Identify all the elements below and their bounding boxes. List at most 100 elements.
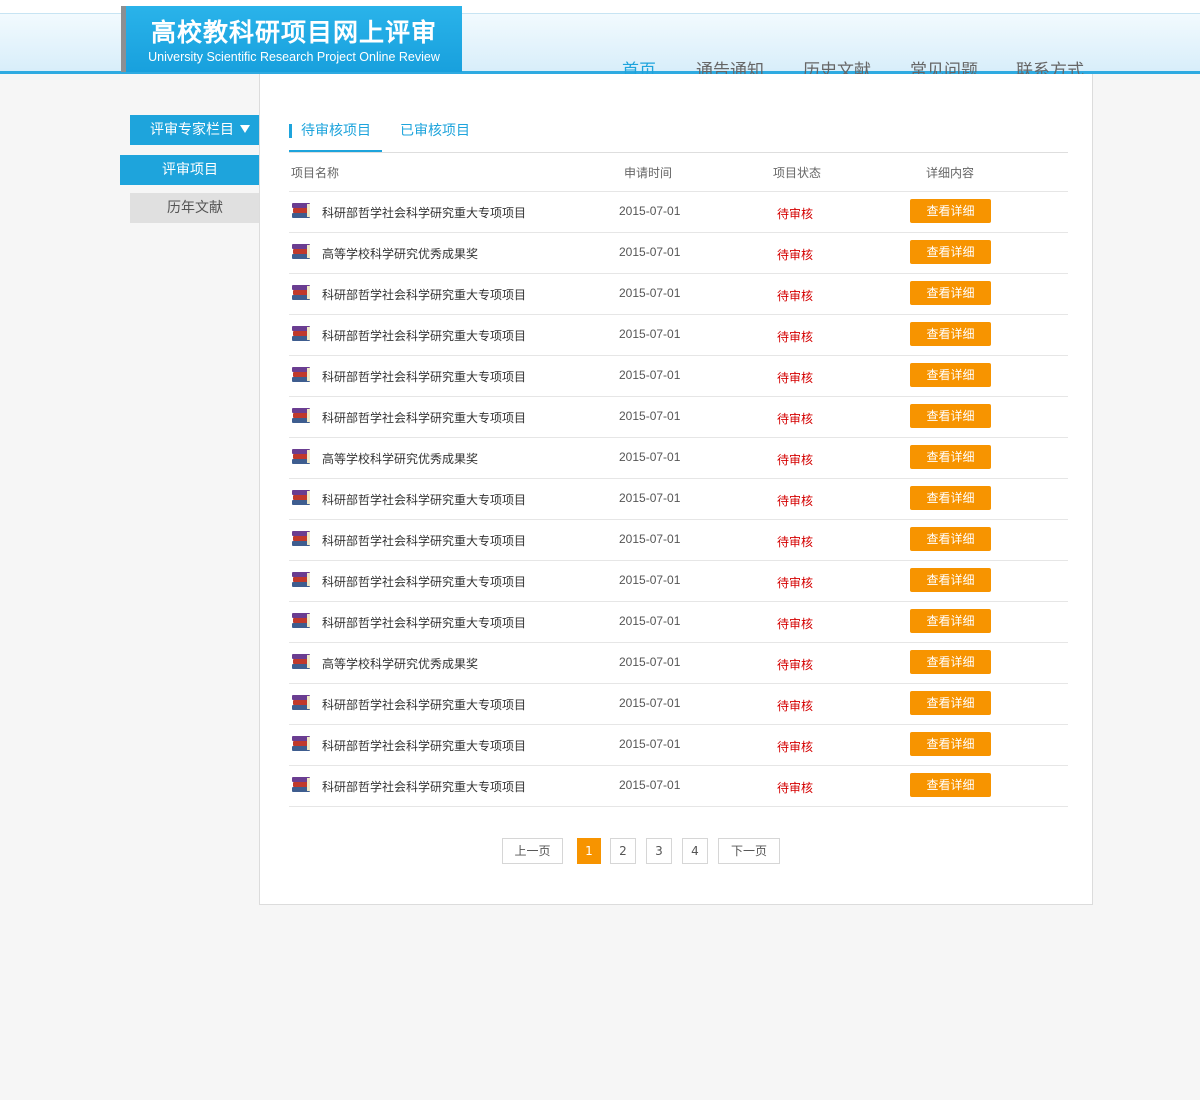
- project-name[interactable]: 科研部哲学社会科学研究重大专项项目: [322, 778, 526, 795]
- book-stack-icon: [292, 326, 310, 342]
- status-badge: 待审核: [777, 330, 814, 344]
- view-detail-button[interactable]: 查看详细: [910, 445, 991, 469]
- project-name[interactable]: 科研部哲学社会科学研究重大专项项目: [322, 286, 526, 303]
- table-row: 科研部哲学社会科学研究重大专项项目 2015-07-01 待审核 查看详细: [289, 766, 1068, 807]
- site-logo[interactable]: 高校教科研项目网上评审 University Scientific Resear…: [126, 6, 462, 72]
- status-badge: 待审核: [777, 781, 814, 795]
- table-row: 科研部哲学社会科学研究重大专项项目 2015-07-01 待审核 查看详细: [289, 397, 1068, 438]
- page-3-button[interactable]: 3: [646, 838, 672, 864]
- table-row: 科研部哲学社会科学研究重大专项项目 2015-07-01 待审核 查看详细: [289, 684, 1068, 725]
- view-detail-button[interactable]: 查看详细: [910, 363, 991, 387]
- project-name[interactable]: 高等学校科学研究优秀成果奖: [322, 655, 478, 672]
- book-stack-icon: [292, 531, 310, 547]
- view-detail-button[interactable]: 查看详细: [910, 281, 991, 305]
- project-name[interactable]: 高等学校科学研究优秀成果奖: [322, 450, 478, 467]
- project-name[interactable]: 科研部哲学社会科学研究重大专项项目: [322, 491, 526, 508]
- table-row: 科研部哲学社会科学研究重大专项项目 2015-07-01 待审核 查看详细: [289, 602, 1068, 643]
- next-page-button[interactable]: 下一页: [718, 838, 780, 864]
- status-badge: 待审核: [777, 617, 814, 631]
- apply-date: 2015-07-01: [619, 491, 681, 505]
- sidebar-heading[interactable]: 评审专家栏目: [130, 115, 270, 145]
- view-detail-button[interactable]: 查看详细: [910, 650, 991, 674]
- status-badge: 待审核: [777, 248, 814, 262]
- apply-date: 2015-07-01: [619, 778, 681, 792]
- view-detail-button[interactable]: 查看详细: [910, 568, 991, 592]
- page-4-button[interactable]: 4: [682, 838, 708, 864]
- apply-date: 2015-07-01: [619, 573, 681, 587]
- table-row: 科研部哲学社会科学研究重大专项项目 2015-07-01 待审核 查看详细: [289, 561, 1068, 602]
- column-header-name: 项目名称: [291, 166, 340, 180]
- site-title: 高校教科研项目网上评审: [150, 18, 437, 47]
- apply-date: 2015-07-01: [619, 409, 681, 423]
- status-badge: 待审核: [777, 699, 814, 713]
- project-name[interactable]: 科研部哲学社会科学研究重大专项项目: [322, 204, 526, 221]
- column-header-date: 申请时间: [624, 166, 673, 180]
- book-stack-icon: [292, 695, 310, 711]
- site-subtitle: University Scientific Research Project O…: [148, 50, 440, 64]
- book-stack-icon: [292, 613, 310, 629]
- apply-date: 2015-07-01: [619, 696, 681, 710]
- status-badge: 待审核: [777, 740, 814, 754]
- apply-date: 2015-07-01: [619, 368, 681, 382]
- project-name[interactable]: 科研部哲学社会科学研究重大专项项目: [322, 573, 526, 590]
- table-row: 科研部哲学社会科学研究重大专项项目 2015-07-01 待审核 查看详细: [289, 356, 1068, 397]
- sidebar-heading-label: 评审专家栏目: [150, 122, 234, 138]
- project-name[interactable]: 科研部哲学社会科学研究重大专项项目: [322, 327, 526, 344]
- view-detail-button[interactable]: 查看详细: [910, 486, 991, 510]
- tab-reviewed[interactable]: 已审核项目: [400, 116, 470, 152]
- view-detail-button[interactable]: 查看详细: [910, 691, 991, 715]
- pagination: 上一页 1 2 3 4 下一页: [260, 838, 1094, 864]
- view-detail-button[interactable]: 查看详细: [910, 609, 991, 633]
- project-name[interactable]: 科研部哲学社会科学研究重大专项项目: [322, 532, 526, 549]
- table-row: 科研部哲学社会科学研究重大专项项目 2015-07-01 待审核 查看详细: [289, 479, 1068, 520]
- status-badge: 待审核: [777, 207, 814, 221]
- column-header-status: 项目状态: [773, 166, 822, 180]
- page-2-button[interactable]: 2: [610, 838, 636, 864]
- status-badge: 待审核: [777, 371, 814, 385]
- status-badge: 待审核: [777, 576, 814, 590]
- status-badge: 待审核: [777, 412, 814, 426]
- apply-date: 2015-07-01: [619, 327, 681, 341]
- status-badge: 待审核: [777, 453, 814, 467]
- apply-date: 2015-07-01: [619, 737, 681, 751]
- project-name[interactable]: 科研部哲学社会科学研究重大专项项目: [322, 368, 526, 385]
- sidebar-item-review-projects[interactable]: 评审项目: [120, 155, 260, 185]
- project-name[interactable]: 高等学校科学研究优秀成果奖: [322, 245, 478, 262]
- view-detail-button[interactable]: 查看详细: [910, 322, 991, 346]
- view-detail-button[interactable]: 查看详细: [910, 773, 991, 797]
- apply-date: 2015-07-01: [619, 614, 681, 628]
- apply-date: 2015-07-01: [619, 204, 681, 218]
- main-panel: 待审核项目 已审核项目 项目名称 申请时间 项目状态 详细内容 科研部哲学社会科…: [259, 74, 1093, 905]
- view-detail-button[interactable]: 查看详细: [910, 527, 991, 551]
- page-1-button[interactable]: 1: [577, 838, 601, 864]
- project-name[interactable]: 科研部哲学社会科学研究重大专项项目: [322, 614, 526, 631]
- table-row: 科研部哲学社会科学研究重大专项项目 2015-07-01 待审核 查看详细: [289, 520, 1068, 561]
- status-badge: 待审核: [777, 289, 814, 303]
- project-name[interactable]: 科研部哲学社会科学研究重大专项项目: [322, 737, 526, 754]
- apply-date: 2015-07-01: [619, 450, 681, 464]
- project-table: 科研部哲学社会科学研究重大专项项目 2015-07-01 待审核 查看详细 高等学校科学…: [289, 192, 1068, 807]
- apply-date: 2015-07-01: [619, 532, 681, 546]
- view-detail-button[interactable]: 查看详细: [910, 404, 991, 428]
- view-detail-button[interactable]: 查看详细: [910, 732, 991, 756]
- book-stack-icon: [292, 244, 310, 260]
- view-detail-button[interactable]: 查看详细: [910, 240, 991, 264]
- tab-pending[interactable]: 待审核项目: [289, 116, 382, 152]
- table-row: 科研部哲学社会科学研究重大专项项目 2015-07-01 待审核 查看详细: [289, 725, 1068, 766]
- book-stack-icon: [292, 203, 310, 219]
- apply-date: 2015-07-01: [619, 655, 681, 669]
- project-name[interactable]: 科研部哲学社会科学研究重大专项项目: [322, 696, 526, 713]
- apply-date: 2015-07-01: [619, 245, 681, 259]
- project-name[interactable]: 科研部哲学社会科学研究重大专项项目: [322, 409, 526, 426]
- triangle-down-icon: [240, 125, 250, 133]
- status-badge: 待审核: [777, 494, 814, 508]
- apply-date: 2015-07-01: [619, 286, 681, 300]
- table-row: 科研部哲学社会科学研究重大专项项目 2015-07-01 待审核 查看详细: [289, 192, 1068, 233]
- sidebar-item-past-docs[interactable]: 历年文献: [130, 193, 260, 223]
- book-stack-icon: [292, 449, 310, 465]
- table-row: 高等学校科学研究优秀成果奖 2015-07-01 待审核 查看详细: [289, 643, 1068, 684]
- book-stack-icon: [292, 654, 310, 670]
- book-stack-icon: [292, 736, 310, 752]
- view-detail-button[interactable]: 查看详细: [910, 199, 991, 223]
- prev-page-button[interactable]: 上一页: [502, 838, 563, 864]
